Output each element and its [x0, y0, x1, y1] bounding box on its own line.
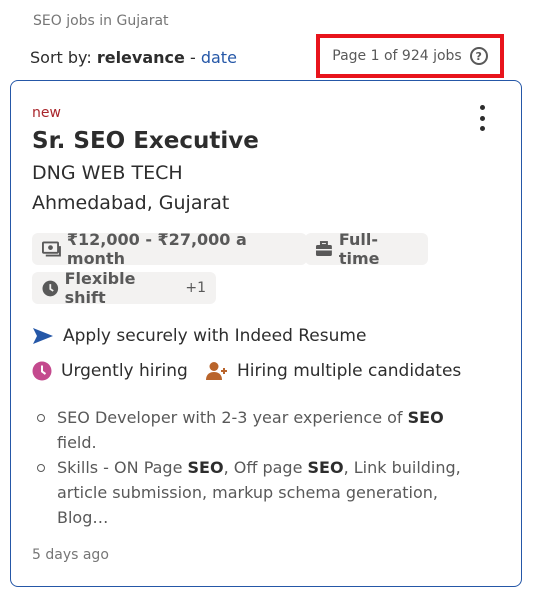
more-options-icon[interactable] [475, 105, 489, 131]
sort-relevance: relevance [96, 48, 185, 67]
page-count-box: Page 1 of 924 jobs ? [316, 34, 504, 78]
help-icon[interactable]: ? [469, 47, 488, 65]
posted-date: 5 days ago [32, 547, 109, 563]
sort-date-link[interactable]: date [201, 48, 237, 67]
sort-label: Sort by: [30, 48, 92, 67]
briefcase-icon [315, 241, 332, 256]
multi-hire-text: Hiring multiple candidates [237, 361, 462, 381]
salary-chip: ₹12,000 - ₹27,000 a month [32, 230, 307, 268]
job-card[interactable]: new Sr. SEO Executive DNG WEB TECH Ahmed… [10, 80, 522, 587]
job-location: Ahmedabad, Gujarat [32, 192, 230, 214]
snippet-item: Skills - ON Page SEO, Off page SEO, Link… [35, 455, 475, 530]
job-type-chip: Full-time [305, 230, 428, 268]
sort-control: Sort by: relevance - date [30, 48, 237, 67]
new-tag: new [32, 105, 61, 121]
multi-hire-feature: Hiring multiple candidates [206, 361, 461, 381]
snippet-item: SEO Developer with 2-3 year experience o… [35, 405, 475, 455]
salary-text: ₹12,000 - ₹27,000 a month [66, 230, 247, 268]
urgent-clock-icon [32, 361, 52, 381]
job-type-text: Full-time [338, 230, 380, 268]
page-count-text: Page 1 of 924 jobs [332, 48, 462, 64]
company-name: DNG WEB TECH [32, 162, 183, 184]
apply-feature: Apply securely with Indeed Resume [32, 326, 366, 346]
dot-icon [479, 105, 485, 110]
clock-icon [42, 280, 59, 296]
apply-text: Apply securely with Indeed Resume [63, 326, 367, 346]
sort-separator: - [189, 48, 196, 67]
urgent-feature: Urgently hiring [32, 361, 188, 381]
shift-more: +1 [185, 280, 206, 296]
shift-text: Flexible shift [64, 269, 136, 307]
person-add-icon [206, 362, 227, 380]
money-icon [42, 241, 61, 257]
urgent-text: Urgently hiring [61, 361, 188, 381]
job-snippet: SEO Developer with 2-3 year experience o… [35, 405, 475, 530]
dot-icon [479, 115, 485, 121]
job-title[interactable]: Sr. SEO Executive [32, 128, 259, 154]
send-arrow-icon [33, 328, 53, 344]
search-header-title: SEO jobs in Gujarat [33, 13, 169, 29]
dot-icon [479, 126, 485, 131]
shift-chip: Flexible shift +1 [32, 269, 216, 307]
